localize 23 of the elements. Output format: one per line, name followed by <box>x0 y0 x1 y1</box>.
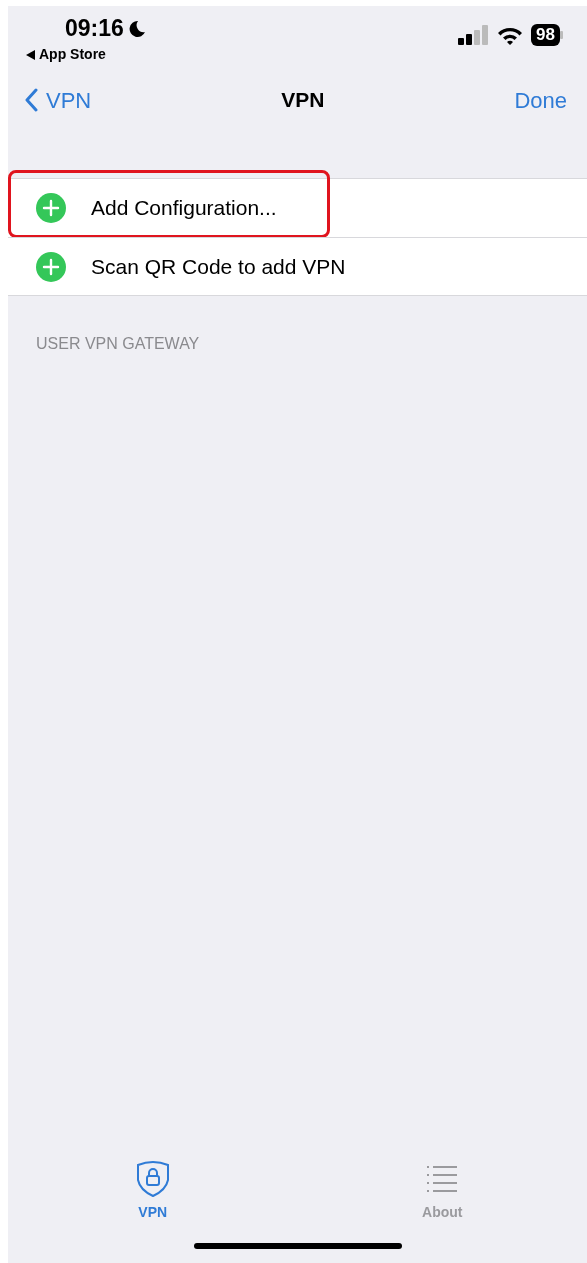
signal-icon <box>458 25 490 45</box>
nav-title: VPN <box>281 87 325 114</box>
battery-tip-icon <box>560 31 563 39</box>
add-icon <box>36 193 66 223</box>
clock-time: 09:16 <box>65 16 124 40</box>
home-indicator[interactable] <box>193 1243 402 1249</box>
tab-item[interactable]: About <box>297 1160 587 1223</box>
back-button[interactable]: VPN <box>24 83 92 117</box>
moon-icon <box>127 19 146 38</box>
row-label: Add Configuration... <box>91 195 277 222</box>
wifi-icon <box>497 25 524 45</box>
battery-level: 98 <box>531 24 560 46</box>
done-button[interactable]: Done <box>514 83 567 117</box>
back-to-app-link[interactable]: App Store <box>26 44 106 65</box>
tab-item[interactable]: VPN <box>8 1160 298 1223</box>
back-triangle-icon <box>26 49 35 60</box>
section-header: USER VPN GATEWAY <box>35 334 201 354</box>
add-icon <box>36 251 66 282</box>
list-row[interactable]: Add Configuration... <box>8 178 587 237</box>
shield-lock-icon <box>135 1160 170 1198</box>
list-row[interactable]: Scan QR Code to add VPN <box>8 237 587 296</box>
chevron-left-icon <box>24 88 38 112</box>
row-label: Scan QR Code to add VPN <box>91 253 346 280</box>
